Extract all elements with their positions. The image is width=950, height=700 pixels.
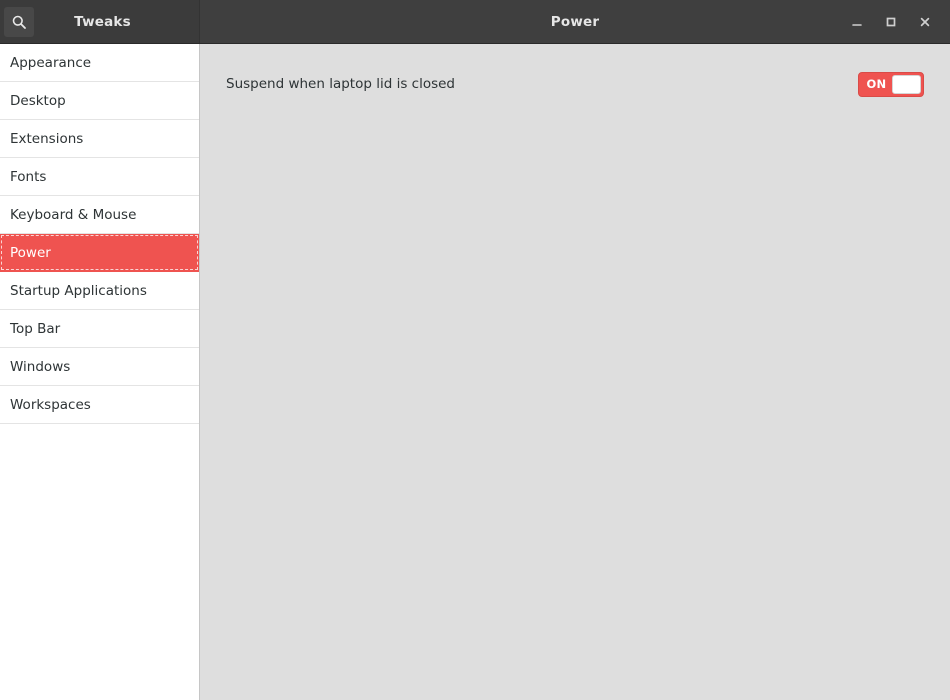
sidebar-item-windows[interactable]: Windows [0, 348, 199, 386]
maximize-button[interactable] [874, 7, 908, 37]
maximize-icon [885, 16, 897, 28]
header-main-section: Power [200, 0, 950, 43]
setting-row: Suspend when laptop lid is closed ON [224, 68, 926, 100]
sidebar-item-label: Windows [10, 358, 71, 375]
app-title: Tweaks [74, 13, 131, 30]
search-icon [11, 14, 27, 30]
sidebar-item-power[interactable]: Power [0, 234, 199, 272]
sidebar-item-label: Extensions [10, 130, 84, 147]
search-button[interactable] [4, 6, 34, 37]
tweaks-window: Tweaks Power Appearance Desktop Extensio… [0, 0, 950, 700]
sidebar-nav: Appearance Desktop Extensions Fonts Keyboard… [0, 44, 200, 700]
window-body: Appearance Desktop Extensions Fonts Keyboard… [0, 44, 950, 700]
minimize-icon [851, 16, 863, 28]
sidebar-item-label: Top Bar [10, 320, 61, 337]
minimize-button[interactable] [840, 7, 874, 37]
sidebar-item-label: Workspaces [10, 396, 91, 413]
sidebar-item-label: Appearance [10, 54, 92, 71]
sidebar-item-label: Startup Applications [10, 282, 147, 299]
sidebar-item-startup-applications[interactable]: Startup Applications [0, 272, 199, 310]
window-controls [840, 7, 950, 37]
setting-label: Suspend when laptop lid is closed [226, 76, 455, 92]
header-bar: Tweaks Power [0, 0, 950, 44]
header-sidebar-section: Tweaks [0, 0, 200, 43]
sidebar-item-fonts[interactable]: Fonts [0, 158, 199, 196]
content-pane: Suspend when laptop lid is closed ON [200, 44, 950, 700]
toggle-knob [891, 74, 921, 94]
sidebar-item-label: Desktop [10, 92, 66, 109]
toggle-state-label: ON [866, 77, 887, 91]
sidebar-item-extensions[interactable]: Extensions [0, 120, 199, 158]
close-button[interactable] [908, 7, 942, 37]
sidebar-item-label: Keyboard & Mouse [10, 206, 137, 223]
suspend-on-lid-close-toggle[interactable]: ON [858, 71, 924, 97]
sidebar-item-top-bar[interactable]: Top Bar [0, 310, 199, 348]
sidebar-item-label: Power [10, 244, 51, 261]
page-title: Power [550, 13, 600, 30]
sidebar-item-label: Fonts [10, 168, 47, 185]
sidebar-item-desktop[interactable]: Desktop [0, 82, 199, 120]
sidebar-item-appearance[interactable]: Appearance [0, 44, 199, 82]
sidebar-item-keyboard-mouse[interactable]: Keyboard & Mouse [0, 196, 199, 234]
sidebar-item-workspaces[interactable]: Workspaces [0, 386, 199, 424]
close-icon [919, 16, 931, 28]
